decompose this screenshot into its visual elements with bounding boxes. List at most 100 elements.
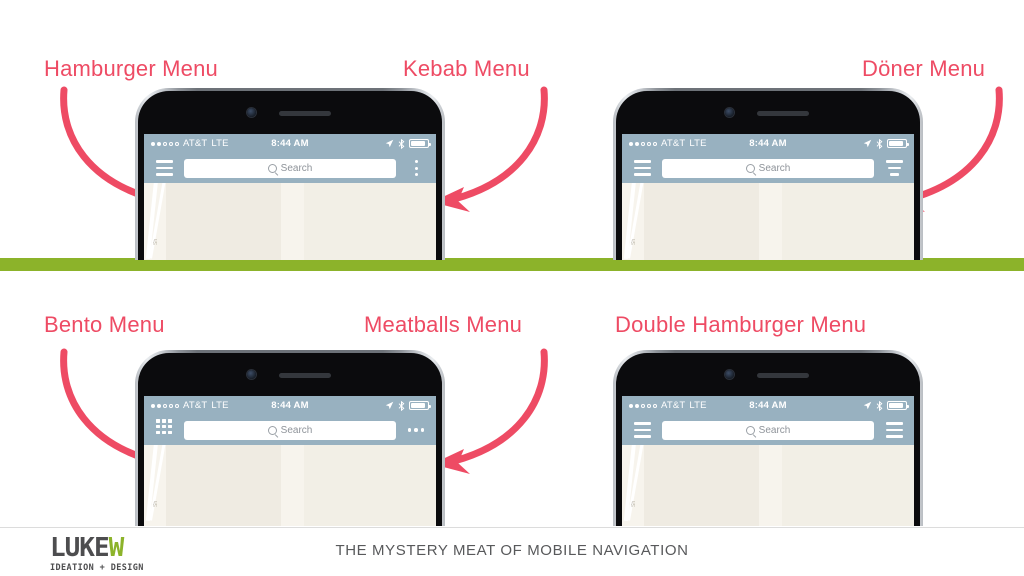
map-block — [304, 445, 436, 526]
meatballs-menu-icon[interactable] — [404, 419, 428, 441]
earpiece-speaker-icon — [757, 373, 809, 378]
bluetooth-icon — [876, 138, 883, 149]
search-placeholder: Search — [280, 162, 313, 174]
map-view[interactable]: Sh — [622, 183, 914, 260]
kebab-menu-icon[interactable] — [404, 157, 428, 179]
phone-screen: AT&T LTE 8:44 AM Search Sh — [144, 134, 436, 260]
phone-mockup-doner: AT&T LTE 8:44 AM Search Sh — [613, 88, 923, 260]
front-camera-icon — [247, 108, 256, 117]
hamburger-menu-icon[interactable] — [152, 157, 176, 179]
slide-footer: LUKEW IDEATION + DESIGN THE MYSTERY MEAT… — [0, 527, 1024, 576]
status-bar-right — [385, 138, 431, 149]
location-arrow-icon — [385, 139, 394, 148]
signal-strength-icon — [629, 403, 657, 408]
app-nav-bar: Search — [144, 415, 436, 445]
map-view[interactable]: Sh — [622, 445, 914, 526]
phone-mockup-double-hamburger: AT&T LTE 8:44 AM Search Sh — [613, 350, 923, 526]
status-bar: AT&T LTE 8:44 AM — [622, 396, 914, 415]
battery-icon — [887, 401, 909, 410]
phone-top-bezel — [616, 353, 920, 396]
signal-strength-icon — [151, 403, 179, 408]
map-block — [166, 445, 281, 526]
search-icon — [745, 425, 755, 435]
search-icon — [267, 425, 277, 435]
app-nav-bar: Search — [622, 153, 914, 183]
location-arrow-icon — [385, 401, 394, 410]
callout-label-double-hamburger: Double Hamburger Menu — [615, 312, 867, 337]
status-bar-left: AT&T LTE — [151, 400, 229, 411]
status-bar-left: AT&T LTE — [151, 138, 229, 149]
doner-menu-icon[interactable] — [882, 157, 906, 179]
status-bar-left: AT&T LTE — [629, 138, 707, 149]
search-icon — [267, 163, 277, 173]
bento-menu-icon[interactable] — [152, 419, 176, 441]
status-bar-right — [863, 138, 909, 149]
footer-title: THE MYSTERY MEAT OF MOBILE NAVIGATION — [335, 542, 689, 559]
hamburger-menu-icon-right[interactable] — [882, 419, 906, 441]
phone-body: AT&T LTE 8:44 AM Search Sh — [616, 353, 920, 526]
status-bar: AT&T LTE 8:44 AM — [144, 134, 436, 153]
phone-screen: AT&T LTE 8:44 AM Search Sh — [622, 396, 914, 526]
app-nav-bar: Search — [622, 415, 914, 445]
network-label: LTE — [211, 138, 229, 149]
phone-body: AT&T LTE 8:44 AM Search Sh — [138, 353, 442, 526]
map-block — [644, 183, 759, 260]
map-view[interactable]: Sh — [144, 183, 436, 260]
phone-screen: AT&T LTE 8:44 AM Search Sh — [622, 134, 914, 260]
phone-body: AT&T LTE 8:44 AM Search Sh — [616, 91, 920, 260]
earpiece-speaker-icon — [279, 111, 331, 116]
battery-icon — [409, 401, 431, 410]
phone-mockup-hamburger-kebab: AT&T LTE 8:44 AM Search Sh — [135, 88, 445, 260]
callout-label-bento: Bento Menu — [44, 312, 165, 337]
phone-mockup-bento-meatballs: AT&T LTE 8:44 AM Search Sh — [135, 350, 445, 526]
status-bar: AT&T LTE 8:44 AM — [144, 396, 436, 415]
phone-body: AT&T LTE 8:44 AM Search Sh — [138, 91, 442, 260]
search-placeholder: Search — [280, 424, 313, 436]
map-street-label: Sh — [153, 238, 159, 245]
search-placeholder: Search — [758, 162, 791, 174]
carrier-label: AT&T — [661, 400, 686, 411]
battery-icon — [409, 139, 431, 148]
logo-tagline: IDEATION + DESIGN — [50, 563, 144, 573]
carrier-label: AT&T — [183, 138, 208, 149]
hamburger-menu-icon-left[interactable] — [630, 419, 654, 441]
search-input[interactable]: Search — [184, 420, 396, 440]
map-street-label: Sh — [631, 238, 637, 245]
search-input[interactable]: Search — [184, 158, 396, 178]
map-street-label: Sh — [153, 500, 159, 507]
location-arrow-icon — [863, 401, 872, 410]
phone-top-bezel — [616, 91, 920, 134]
callout-label-hamburger: Hamburger Menu — [44, 56, 218, 81]
earpiece-speaker-icon — [279, 373, 331, 378]
app-nav-bar: Search — [144, 153, 436, 183]
search-icon — [745, 163, 755, 173]
map-block — [782, 183, 914, 260]
network-label: LTE — [689, 138, 707, 149]
map-block — [166, 183, 281, 260]
bluetooth-icon — [398, 138, 405, 149]
map-block — [304, 183, 436, 260]
status-bar-right — [385, 400, 431, 411]
network-label: LTE — [689, 400, 707, 411]
callout-label-kebab: Kebab Menu — [403, 56, 530, 81]
status-bar-left: AT&T LTE — [629, 400, 707, 411]
status-bar-right — [863, 400, 909, 411]
callout-label-doner: Döner Menu — [862, 56, 986, 81]
front-camera-icon — [247, 370, 256, 379]
bluetooth-icon — [398, 400, 405, 411]
hamburger-menu-icon[interactable] — [630, 157, 654, 179]
signal-strength-icon — [629, 141, 657, 146]
bluetooth-icon — [876, 400, 883, 411]
front-camera-icon — [725, 370, 734, 379]
map-block — [782, 445, 914, 526]
network-label: LTE — [211, 400, 229, 411]
phone-top-bezel — [138, 353, 442, 396]
search-input[interactable]: Search — [662, 420, 874, 440]
location-arrow-icon — [863, 139, 872, 148]
search-input[interactable]: Search — [662, 158, 874, 178]
map-street-label: Sh — [631, 500, 637, 507]
map-view[interactable]: Sh — [144, 445, 436, 526]
battery-icon — [887, 139, 909, 148]
callout-label-meatballs: Meatballs Menu — [364, 312, 523, 337]
slide-canvas: Hamburger Menu Kebab Menu Döner Menu Ben… — [0, 0, 1024, 576]
